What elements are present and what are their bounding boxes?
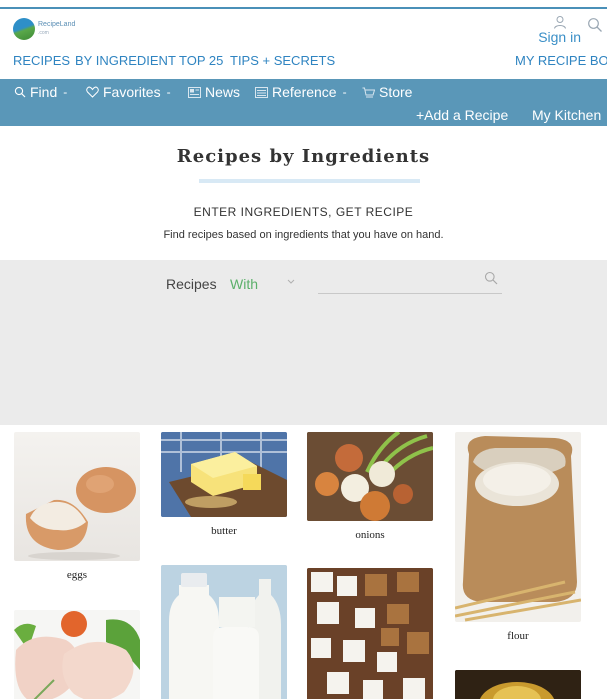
- site-logo[interactable]: RecipeLand .com: [13, 18, 75, 40]
- nav-store-label: Store: [379, 84, 413, 100]
- add-recipe-link[interactable]: +Add a Recipe: [416, 107, 508, 123]
- ingredient-search-panel: Recipes With: [0, 260, 607, 425]
- user-icon: [553, 16, 566, 29]
- nav-reference-label: Reference: [272, 84, 337, 100]
- logo-subtext: .com: [38, 30, 49, 36]
- nav-news-label: News: [205, 84, 241, 100]
- find-search-icon: [14, 86, 26, 98]
- butter-illustration: [161, 432, 287, 517]
- onions-image: [307, 432, 433, 521]
- cart-icon: [362, 87, 375, 97]
- ingredient-tile-4[interactable]: [14, 610, 140, 699]
- secondary-nav-bar: Find - Favorites - News Reference - Stor…: [0, 79, 607, 126]
- flour-image: [455, 432, 581, 622]
- ingredient-tile-5[interactable]: [161, 565, 287, 699]
- nav-find[interactable]: Find -: [14, 84, 67, 100]
- nav-favorites[interactable]: Favorites -: [86, 84, 171, 100]
- onions-illustration: [307, 432, 433, 521]
- nav-my-recipe-box[interactable]: MY RECIPE BOX: [515, 53, 607, 68]
- page-headline: ENTER INGREDIENTS, GET RECIPE: [193, 205, 414, 219]
- nav-reference[interactable]: Reference -: [255, 84, 347, 100]
- ingredient-grid: eggs butter onions flour: [0, 425, 607, 699]
- site-header: RecipeLand .com Sign in: [0, 9, 607, 51]
- milk-illustration: [161, 565, 287, 699]
- ingredient-tile-butter[interactable]: butter: [161, 432, 287, 537]
- eggs-image: [14, 432, 140, 561]
- ingredient-search-input[interactable]: [318, 268, 502, 294]
- title-underline: [199, 179, 420, 183]
- ingredient-label: eggs: [66, 569, 88, 581]
- nav-by-ingredient[interactable]: BY INGREDIENT: [75, 53, 176, 68]
- nav-top-25[interactable]: TOP 25: [179, 53, 223, 68]
- nav-store[interactable]: Store: [362, 84, 412, 100]
- signin-link[interactable]: Sign in: [538, 15, 581, 47]
- signin-label: Sign in: [538, 29, 581, 45]
- my-kitchen-link[interactable]: My Kitchen: [532, 107, 601, 123]
- ingredient-tile-flour[interactable]: flour: [455, 432, 581, 642]
- ingredient-tile-6[interactable]: [307, 568, 433, 699]
- ingredient-label: flour: [507, 630, 529, 642]
- ingredient-tile-7[interactable]: [455, 670, 581, 699]
- search-submit-icon[interactable]: [484, 271, 498, 285]
- nav-news[interactable]: News: [188, 84, 240, 100]
- milk-image: [161, 565, 287, 699]
- chevron-down-icon[interactable]: [286, 276, 296, 286]
- nav-favorites-label: Favorites: [103, 84, 161, 100]
- nav-reference-dash: -: [342, 85, 347, 99]
- search-icon[interactable]: [587, 17, 603, 33]
- page-subline: Find recipes based on ingredients that y…: [163, 229, 444, 241]
- oil-illustration: [455, 670, 581, 699]
- ingredient-tile-onions[interactable]: onions: [307, 432, 433, 541]
- oil-image: [455, 670, 581, 699]
- newspaper-icon: [188, 86, 201, 98]
- sugar-image: [307, 568, 433, 699]
- ingredient-label: onions: [355, 529, 385, 541]
- logo-text: RecipeLand: [38, 21, 76, 28]
- sugar-cubes-illustration: [307, 568, 433, 699]
- eggs-illustration: [25, 467, 136, 560]
- nav-find-dash: -: [63, 85, 68, 99]
- nav-recipes[interactable]: RECIPES: [13, 53, 70, 68]
- nav-find-label: Find: [30, 84, 58, 100]
- ingredient-tile-eggs[interactable]: eggs: [14, 432, 140, 581]
- page-title: Recipes by Ingredients: [176, 146, 431, 167]
- chicken-illustration: [14, 611, 140, 699]
- search-mode-select[interactable]: With: [230, 276, 258, 292]
- search-recipes-label: Recipes: [166, 276, 217, 292]
- ingredient-label: butter: [211, 525, 237, 537]
- primary-nav: RECIPES BY INGREDIENT TOP 25 TIPS + SECR…: [0, 53, 607, 73]
- flour-illustration: [455, 436, 581, 622]
- butter-image: [161, 432, 287, 517]
- logo-globe-icon: [13, 18, 35, 40]
- nav-tips-secrets[interactable]: TIPS + SECRETS: [230, 53, 335, 68]
- reference-icon: [255, 86, 268, 98]
- chicken-image: [14, 610, 140, 699]
- nav-favorites-dash: -: [166, 85, 171, 99]
- heart-icon: [86, 86, 99, 98]
